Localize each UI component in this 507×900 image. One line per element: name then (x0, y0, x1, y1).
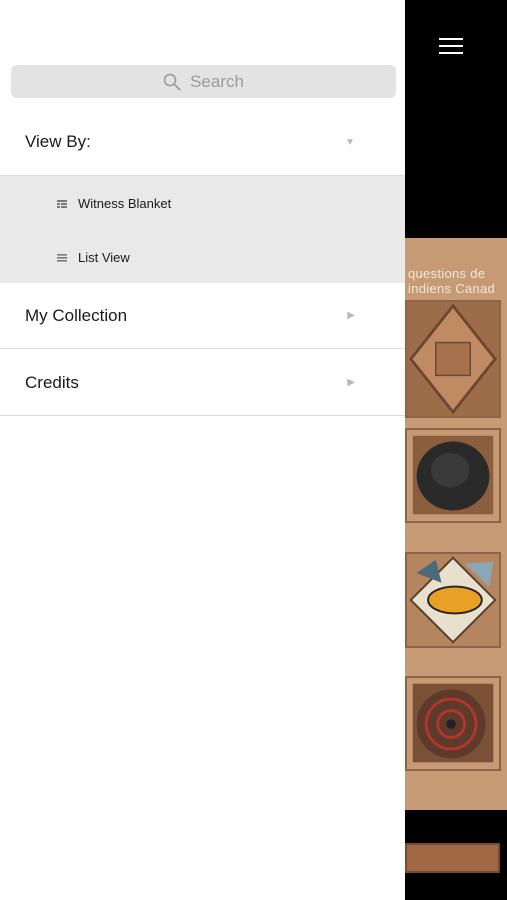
blanket-tile-frame (405, 300, 501, 418)
blanket-tile-hat (405, 428, 501, 523)
main-content-panel: questions de indiens Canad (405, 0, 507, 900)
view-by-label: View By: (25, 132, 91, 151)
menu-item-label: Credits (25, 372, 79, 392)
search-placeholder: Search (190, 71, 244, 91)
grid-icon (57, 199, 67, 208)
caption-line-2: indiens Canad (408, 281, 496, 296)
side-drawer: Search View By: ▼ Witness Blanket List V… (0, 0, 405, 900)
menu-item-my-collection[interactable]: My Collection ▶ (0, 283, 405, 349)
view-option-label: List View (78, 250, 130, 265)
blanket-tile-badge (405, 552, 501, 648)
view-option-witness-blanket[interactable]: Witness Blanket (56, 196, 171, 211)
hamburger-menu-icon[interactable] (439, 38, 463, 56)
view-option-label: Witness Blanket (78, 196, 172, 211)
caption-line-1: questions de (408, 266, 486, 281)
chevron-down-icon: ▼ (345, 136, 355, 148)
view-by-dropdown[interactable]: View By: ▼ (0, 110, 405, 174)
blanket-bottom-strip (405, 843, 500, 873)
menu-item-label: My Collection (25, 305, 128, 325)
view-options-panel: Witness Blanket List View (0, 175, 405, 283)
list-icon (57, 253, 67, 262)
blanket-caption: questions de indiens Canad (408, 266, 495, 296)
view-option-list-view[interactable]: List View (56, 250, 130, 265)
blanket-tile-basket (405, 676, 501, 771)
chevron-right-icon: ▶ (347, 310, 355, 321)
menu-item-credits[interactable]: Credits ▶ (0, 350, 405, 416)
chevron-right-icon: ▶ (347, 377, 355, 388)
search-input[interactable]: Search (11, 65, 396, 98)
search-icon (163, 73, 181, 90)
